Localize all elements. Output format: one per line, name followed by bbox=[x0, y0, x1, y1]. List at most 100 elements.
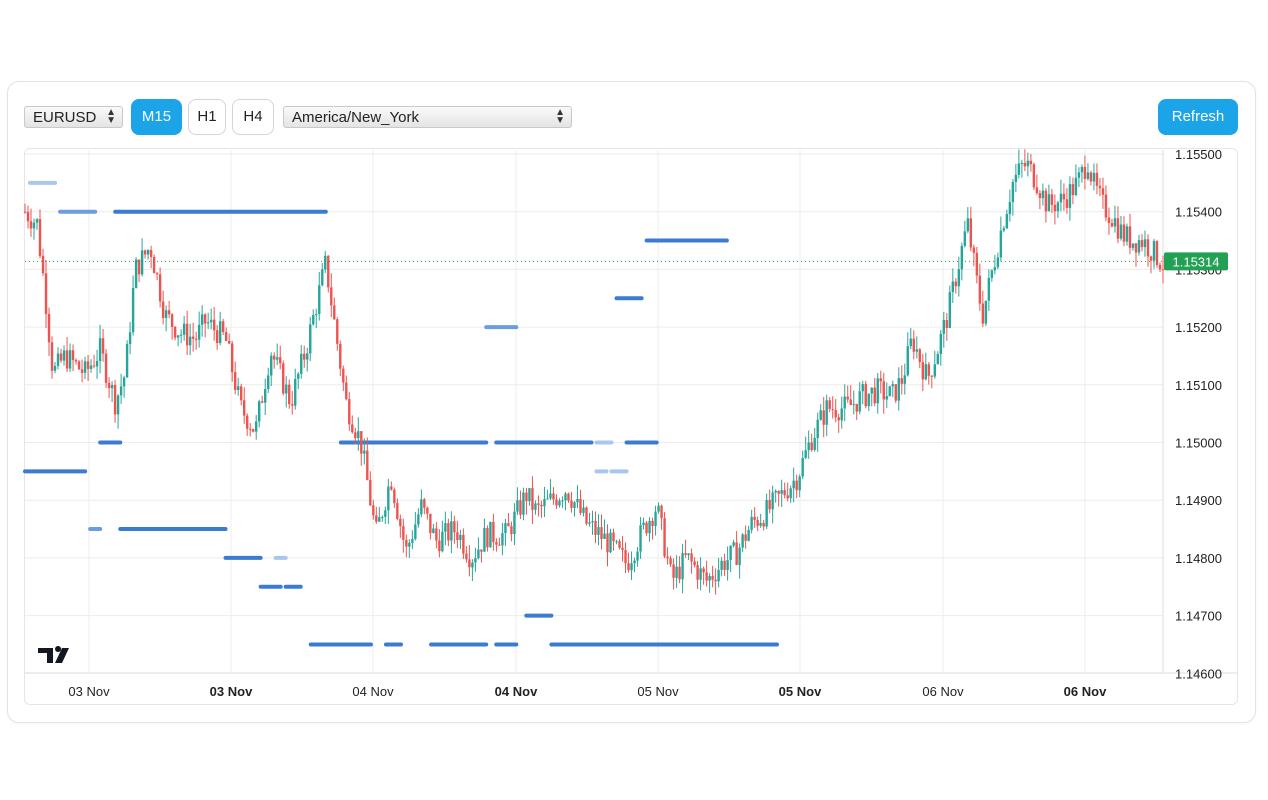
candle-body bbox=[606, 533, 609, 553]
candle-body bbox=[1074, 177, 1078, 195]
candle-body bbox=[1158, 264, 1162, 270]
candle-body bbox=[306, 353, 309, 360]
candle-body bbox=[1065, 199, 1069, 208]
candle-body bbox=[239, 386, 243, 401]
candle-body bbox=[182, 323, 186, 335]
candle-body bbox=[35, 219, 39, 223]
candle-body bbox=[453, 521, 456, 533]
candle-body bbox=[714, 579, 717, 582]
candle-body bbox=[417, 514, 420, 525]
candle-body bbox=[1140, 240, 1144, 248]
candle-body bbox=[987, 277, 991, 301]
candle-body bbox=[489, 521, 492, 548]
candle-body bbox=[206, 322, 210, 324]
candle-body bbox=[47, 313, 51, 343]
candle-body bbox=[462, 534, 465, 554]
price-chart[interactable]: 1.155001.154001.153001.152001.151001.150… bbox=[0, 0, 1268, 800]
candle-body bbox=[600, 527, 603, 539]
candle-body bbox=[711, 576, 714, 580]
candle-body bbox=[86, 361, 90, 369]
candle-body bbox=[726, 560, 729, 571]
candle-body bbox=[1068, 184, 1072, 208]
candle-body bbox=[486, 528, 489, 548]
candle-body bbox=[426, 507, 429, 514]
candle-body bbox=[1122, 224, 1126, 242]
candle-body bbox=[1032, 164, 1036, 188]
candle-body bbox=[759, 522, 762, 526]
candle-body bbox=[636, 551, 639, 561]
candle-body bbox=[696, 565, 699, 580]
candle-body bbox=[252, 429, 255, 432]
candle-body bbox=[927, 364, 930, 376]
candle-body bbox=[477, 549, 480, 559]
candle-body bbox=[1125, 226, 1129, 242]
candle-body bbox=[396, 503, 399, 519]
y-tick-label: 1.14700 bbox=[1175, 609, 1222, 624]
candle-body bbox=[1119, 224, 1123, 239]
candle-body bbox=[522, 492, 525, 515]
x-tick-label: 04 Nov bbox=[352, 684, 394, 699]
candle-body bbox=[744, 534, 747, 541]
candle-body bbox=[1011, 182, 1015, 203]
candle-body bbox=[1062, 193, 1066, 200]
candle-body bbox=[288, 384, 291, 405]
candle-body bbox=[44, 273, 48, 314]
y-tick-label: 1.15500 bbox=[1175, 147, 1222, 162]
candle-body bbox=[1071, 184, 1075, 195]
candle-body bbox=[158, 274, 162, 302]
candle-body bbox=[227, 340, 231, 344]
candle-body bbox=[663, 518, 666, 557]
candle-body bbox=[1080, 166, 1084, 173]
candle-body bbox=[504, 523, 507, 534]
y-axis: 1.155001.154001.153001.152001.151001.150… bbox=[1175, 147, 1222, 681]
candle-body bbox=[708, 576, 711, 581]
candle-body bbox=[861, 384, 864, 392]
candle-body bbox=[1020, 162, 1024, 164]
candle-body bbox=[642, 522, 645, 526]
candle-body bbox=[873, 387, 876, 404]
candle-body bbox=[765, 500, 768, 527]
candle-body bbox=[1149, 256, 1153, 261]
candle-body bbox=[29, 221, 33, 229]
candle-body bbox=[372, 505, 375, 516]
candle-body bbox=[101, 338, 105, 354]
candle-body bbox=[1104, 194, 1108, 218]
candle-body bbox=[681, 553, 684, 580]
candle-body bbox=[1014, 174, 1018, 183]
candle-body bbox=[648, 520, 651, 534]
candle-body bbox=[1134, 243, 1138, 253]
candle-body bbox=[837, 417, 840, 421]
candle-body bbox=[80, 369, 84, 373]
candle-body bbox=[981, 303, 985, 324]
candle-body bbox=[564, 493, 567, 501]
candle-body bbox=[411, 539, 414, 543]
candle-body bbox=[972, 247, 976, 253]
candle-body bbox=[119, 386, 123, 396]
candle-body bbox=[339, 343, 342, 369]
candle-body bbox=[384, 510, 387, 517]
candle-body bbox=[200, 314, 204, 325]
candle-body bbox=[870, 387, 873, 394]
candle-body bbox=[576, 498, 579, 503]
candle-body bbox=[687, 553, 690, 556]
candle-body bbox=[735, 542, 738, 565]
candle-body bbox=[531, 488, 534, 510]
candle-body bbox=[852, 403, 855, 405]
candle-body bbox=[441, 531, 444, 552]
candle-body bbox=[984, 300, 988, 324]
candle-body bbox=[134, 259, 138, 288]
candle-body bbox=[414, 524, 417, 540]
candle-body bbox=[375, 515, 378, 522]
candle-body bbox=[513, 511, 516, 535]
candle-body bbox=[909, 338, 912, 347]
candle-body bbox=[261, 401, 264, 403]
candle-body bbox=[699, 568, 702, 580]
candle-body bbox=[585, 507, 588, 524]
candle-body bbox=[167, 310, 171, 315]
candle-body bbox=[627, 563, 630, 571]
candle-body bbox=[402, 526, 405, 540]
candle-body bbox=[444, 523, 447, 532]
candle-body bbox=[915, 349, 918, 352]
candle-body bbox=[242, 400, 246, 416]
candle-body bbox=[1143, 239, 1147, 248]
